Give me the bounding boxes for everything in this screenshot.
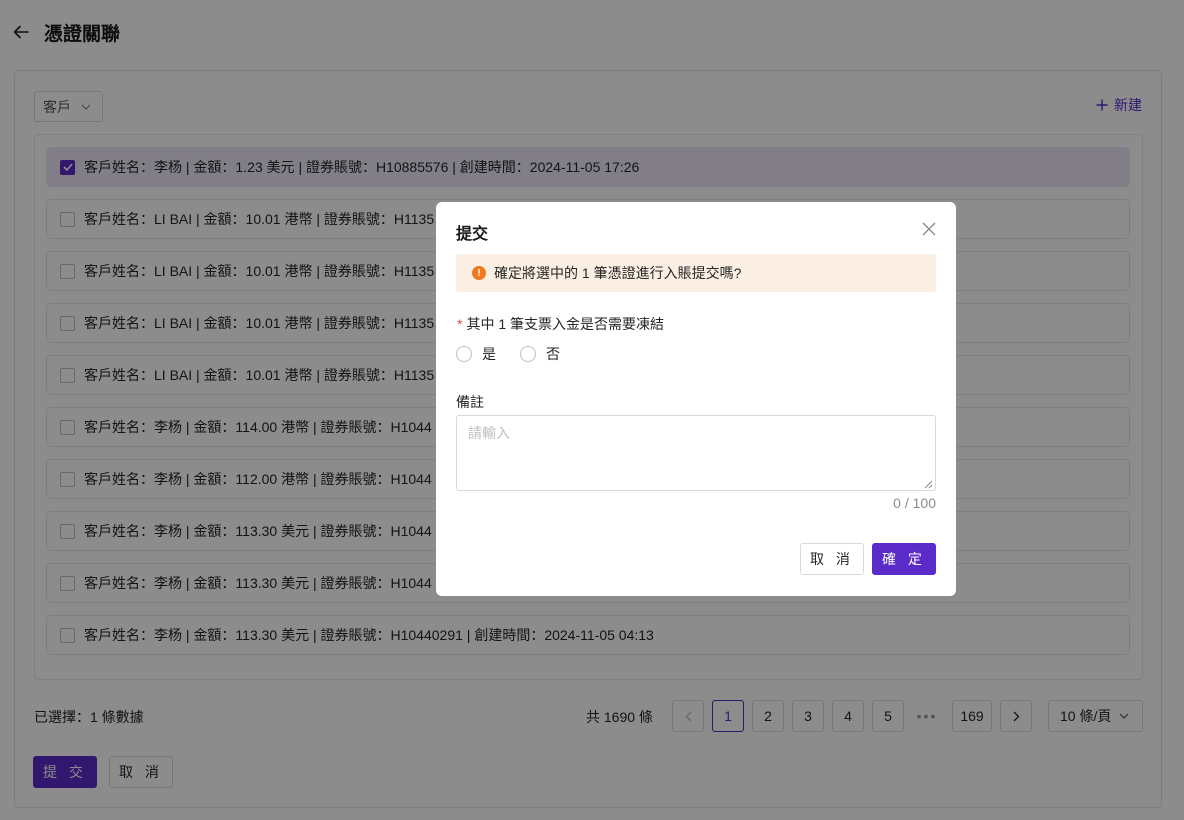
radio-option-no[interactable]: 否	[520, 344, 560, 364]
submit-dialog: 提交 ! 確定將選中的 1 筆憑證進行入賬提交嗎? 備註 0 / 100 取 消…	[436, 202, 956, 596]
freeze-question-label: * 其中 1 筆支票入金是否需要凍結	[457, 314, 664, 334]
radio-label-no: 否	[546, 346, 560, 362]
dialog-title: 提交	[456, 226, 489, 243]
required-mark: *	[457, 316, 463, 332]
resize-grip-icon[interactable]	[924, 480, 933, 489]
freeze-question-group: * 其中 1 筆支票入金是否需要凍結 是 否	[439, 304, 708, 370]
confirm-alert: ! 確定將選中的 1 筆憑證進行入賬提交嗎?	[456, 254, 936, 292]
radio-button[interactable]	[456, 346, 472, 362]
remark-label: 備註	[456, 394, 484, 410]
warning-icon: !	[472, 266, 486, 280]
freeze-question-text: 其中 1 筆支票入金是否需要凍結	[466, 316, 665, 332]
close-icon[interactable]	[920, 220, 938, 238]
dialog-cancel-button[interactable]: 取 消	[800, 543, 864, 575]
dialog-confirm-button[interactable]: 確 定	[872, 543, 936, 575]
radio-button[interactable]	[520, 346, 536, 362]
alert-text: 確定將選中的 1 筆憑證進行入賬提交嗎?	[494, 265, 742, 281]
char-count: 0 / 100	[893, 495, 936, 511]
radio-label-yes: 是	[482, 346, 496, 362]
remark-input[interactable]	[456, 415, 936, 491]
radio-option-yes[interactable]: 是	[456, 344, 496, 364]
freeze-radio-group: 是 否	[456, 344, 560, 364]
